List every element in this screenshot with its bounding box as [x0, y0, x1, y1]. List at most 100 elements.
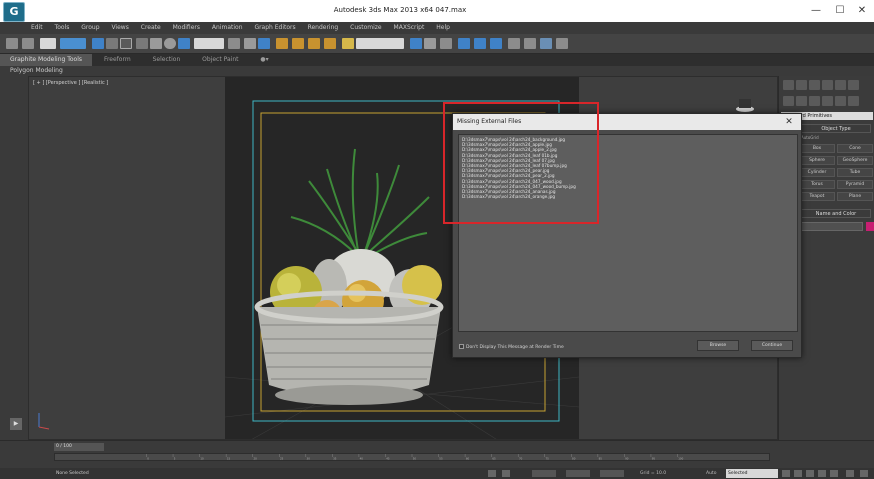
- menu-maxscript[interactable]: MAXScript: [389, 22, 430, 34]
- spinner-snap-icon[interactable]: [324, 38, 336, 49]
- material-editor-icon[interactable]: [508, 38, 520, 49]
- layer-manager-icon[interactable]: [440, 38, 452, 49]
- select-by-name-icon[interactable]: [106, 38, 118, 49]
- pivot-icon[interactable]: [228, 38, 240, 49]
- orbit-icon[interactable]: [860, 470, 868, 477]
- curve-editor-icon[interactable]: [474, 38, 486, 49]
- create-tab-icon[interactable]: [783, 80, 794, 90]
- mirror-icon[interactable]: [410, 38, 422, 49]
- timeline-ruler[interactable]: 0 5 10 15 20 25 30 35 40 45 50 55 60 65 70 75 80 85 90 95 10…: [54, 453, 770, 461]
- browse-button[interactable]: Browse: [697, 340, 739, 351]
- minimize-button[interactable]: —: [806, 4, 826, 18]
- named-selection-dropdown[interactable]: [356, 38, 404, 49]
- schematic-view-icon[interactable]: [490, 38, 502, 49]
- zoom-icon[interactable]: [846, 470, 854, 477]
- viewcube-icon[interactable]: [735, 97, 755, 113]
- percent-snap-icon[interactable]: [308, 38, 320, 49]
- tab-selection[interactable]: Selection: [143, 54, 191, 66]
- lights-icon[interactable]: [809, 96, 820, 106]
- tab-freeform[interactable]: Freeform: [94, 54, 141, 66]
- render-setup-icon[interactable]: [524, 38, 536, 49]
- play-icon[interactable]: [806, 470, 814, 477]
- snaps-toggle-icon[interactable]: [276, 38, 288, 49]
- select-filter-dropdown[interactable]: [60, 38, 86, 49]
- polygon-modeling-panel[interactable]: Polygon Modeling: [0, 66, 874, 76]
- object-name-field[interactable]: [801, 222, 863, 231]
- expand-ribbon-icon[interactable]: ▶: [10, 418, 22, 430]
- object-type-rollout[interactable]: Object Type: [801, 124, 871, 133]
- layer-dropdown[interactable]: [40, 38, 56, 49]
- ribbon-options-icon[interactable]: ●▾: [250, 54, 278, 66]
- rendered-frame-icon[interactable]: [540, 38, 552, 49]
- cone-button[interactable]: Cone: [837, 144, 873, 153]
- cylinder-button[interactable]: Cylinder: [799, 168, 835, 177]
- menu-views[interactable]: Views: [106, 22, 133, 34]
- rectangle-selection-icon[interactable]: [120, 38, 132, 49]
- graphite-toggle-icon[interactable]: [458, 38, 470, 49]
- render-production-icon[interactable]: [556, 38, 568, 49]
- box-button[interactable]: Box: [799, 144, 835, 153]
- move-icon[interactable]: [150, 38, 162, 49]
- sphere-button[interactable]: Sphere: [799, 156, 835, 165]
- pyramid-button[interactable]: Pyramid: [837, 180, 873, 189]
- go-to-end-icon[interactable]: [830, 470, 838, 477]
- cameras-icon[interactable]: [822, 96, 833, 106]
- menu-group[interactable]: Group: [76, 22, 104, 34]
- shapes-icon[interactable]: [796, 96, 807, 106]
- checkbox-box[interactable]: [459, 344, 464, 349]
- geosphere-button[interactable]: GeoSphere: [837, 156, 873, 165]
- go-to-start-icon[interactable]: [782, 470, 790, 477]
- name-and-color-rollout[interactable]: Name and Color: [801, 209, 871, 218]
- z-coordinate-field[interactable]: [600, 470, 624, 477]
- menu-customize[interactable]: Customize: [345, 22, 387, 34]
- display-tab-icon[interactable]: [835, 80, 846, 90]
- list-item[interactable]: D:\3dsmax7\maps\vol 24\arch24_orange.jpg: [462, 194, 794, 199]
- continue-button[interactable]: Continue: [751, 340, 793, 351]
- align-icon[interactable]: [424, 38, 436, 49]
- tube-button[interactable]: Tube: [837, 168, 873, 177]
- teapot-button[interactable]: Teapot: [799, 192, 835, 201]
- keyboard-shortcut-icon[interactable]: [258, 38, 270, 49]
- next-frame-icon[interactable]: [818, 470, 826, 477]
- missing-files-list[interactable]: D:\3dsmax7\maps\vol 24\arch24_background…: [458, 134, 798, 332]
- app-logo-icon[interactable]: G: [3, 2, 25, 22]
- object-color-swatch[interactable]: [866, 222, 874, 231]
- auto-key-button[interactable]: Auto: [706, 469, 716, 478]
- tab-graphite-modeling-tools[interactable]: Graphite Modeling Tools: [0, 54, 93, 66]
- plane-button[interactable]: Plane: [837, 192, 873, 201]
- undo-icon[interactable]: [6, 38, 18, 49]
- lock-selection-icon[interactable]: [488, 470, 496, 477]
- close-button[interactable]: ✕: [852, 4, 872, 18]
- utilities-tab-icon[interactable]: [848, 80, 859, 90]
- key-filter-dropdown[interactable]: Selected: [726, 469, 778, 478]
- angle-snap-icon[interactable]: [292, 38, 304, 49]
- autogrid-checkbox[interactable]: AutoGrid: [801, 135, 819, 140]
- maximize-button[interactable]: ☐: [830, 4, 850, 18]
- menu-graph-editors[interactable]: Graph Editors: [249, 22, 300, 34]
- y-coordinate-field[interactable]: [566, 470, 590, 477]
- hierarchy-tab-icon[interactable]: [809, 80, 820, 90]
- select-manipulate-icon[interactable]: [244, 38, 256, 49]
- time-slider[interactable]: 0 / 100: [54, 443, 104, 451]
- absolute-mode-icon[interactable]: [502, 470, 510, 477]
- rotate-icon[interactable]: [164, 38, 176, 49]
- torus-button[interactable]: Torus: [799, 180, 835, 189]
- previous-frame-icon[interactable]: [794, 470, 802, 477]
- select-object-icon[interactable]: [92, 38, 104, 49]
- motion-tab-icon[interactable]: [822, 80, 833, 90]
- viewport-label[interactable]: [ + ] [Perspective ] [Realistic ]: [33, 80, 108, 86]
- dont-display-checkbox[interactable]: Don't Display This Message at Render Tim…: [459, 344, 564, 350]
- scale-icon[interactable]: [178, 38, 190, 49]
- redo-icon[interactable]: [22, 38, 34, 49]
- spacewarps-icon[interactable]: [848, 96, 859, 106]
- menu-modifiers[interactable]: Modifiers: [168, 22, 205, 34]
- modify-tab-icon[interactable]: [796, 80, 807, 90]
- menu-create[interactable]: Create: [136, 22, 166, 34]
- menu-help[interactable]: Help: [431, 22, 455, 34]
- geometry-icon[interactable]: [783, 96, 794, 106]
- x-coordinate-field[interactable]: [532, 470, 556, 477]
- edit-named-selection-icon[interactable]: [342, 38, 354, 49]
- reference-coord-dropdown[interactable]: [194, 38, 224, 49]
- menu-edit[interactable]: Edit: [26, 22, 48, 34]
- menu-tools[interactable]: Tools: [50, 22, 75, 34]
